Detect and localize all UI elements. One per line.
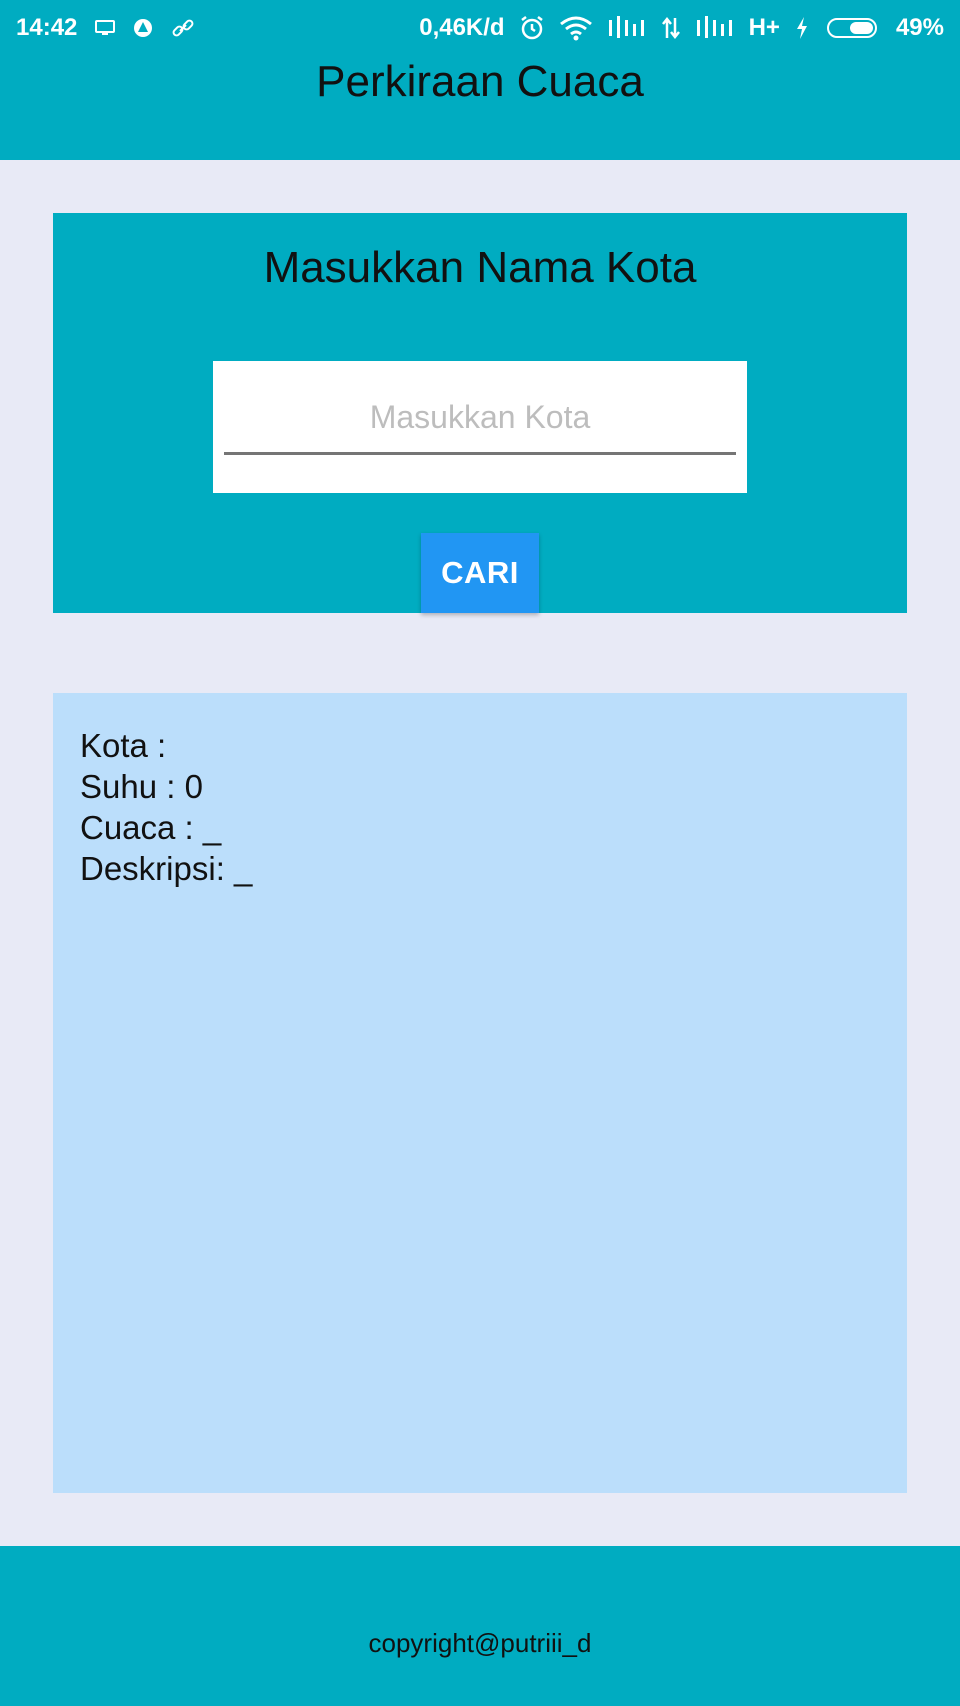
battery-icon [824, 16, 882, 40]
charging-icon [794, 16, 810, 40]
status-bar: 14:42 0,46K/d H+ 49% [0, 0, 960, 56]
footer: copyright@putriii_d [0, 1546, 960, 1706]
result-weather: Cuaca : _ [80, 809, 222, 846]
search-heading: Masukkan Nama Kota [263, 243, 697, 292]
alarm-icon [519, 15, 545, 41]
signal-icon-2 [695, 16, 735, 40]
weather-result-card: Kota : Suhu : 0 Cuaca : _ Deskripsi: _ [53, 693, 907, 1493]
data-transfer-icon [661, 16, 681, 40]
status-speed: 0,46K/d [419, 14, 505, 41]
link-icon [171, 16, 195, 40]
result-description: Deskripsi: _ [80, 850, 253, 887]
search-card: Masukkan Nama Kota CARI [53, 213, 907, 613]
wifi-icon [559, 15, 593, 41]
copyright-text: copyright@putriii_d [368, 1628, 592, 1658]
app-title: Perkiraan Cuaca [316, 57, 644, 106]
app-header: 14:42 0,46K/d H+ 49% Perkiraan Cuaca [0, 0, 960, 160]
status-time: 14:42 [16, 14, 78, 41]
city-input[interactable] [224, 383, 736, 455]
search-button[interactable]: CARI [421, 533, 539, 613]
signal-icon [607, 16, 647, 40]
result-temperature: Suhu : 0 [80, 768, 203, 805]
battery-percent: 49% [895, 14, 944, 41]
result-city: Kota : [80, 727, 176, 764]
app-icon [133, 18, 153, 38]
screen-icon [95, 20, 116, 36]
network-type: H+ [748, 14, 780, 41]
city-input-container [213, 361, 747, 493]
